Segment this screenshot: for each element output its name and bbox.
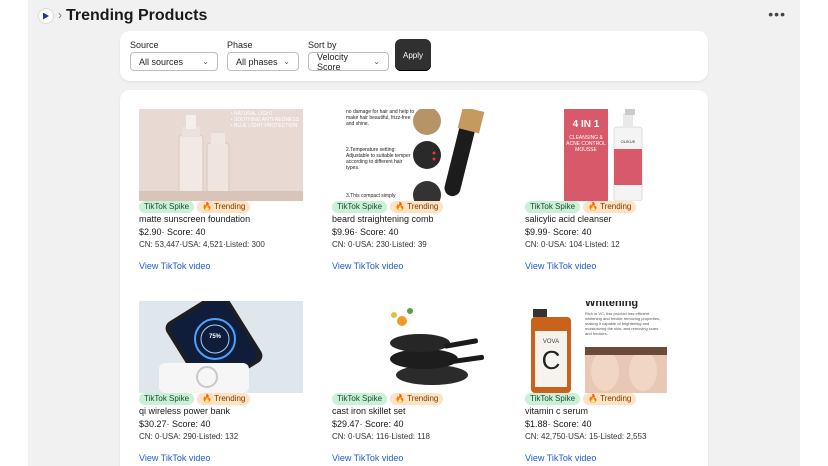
product-price-score: $30.27· Score: 40	[139, 419, 211, 429]
tiktok-spike-badge: TikTok Spike	[139, 393, 195, 405]
sort-select[interactable]: Velocity Score ⌄	[308, 51, 389, 72]
source-filter: Source All sources ⌄	[130, 40, 218, 71]
source-select-value: All sources	[139, 56, 184, 67]
tiktok-spike-badge: TikTok Spike	[525, 201, 581, 213]
sort-label: Sort by	[308, 40, 337, 50]
product-price-score: $2.90· Score: 40	[139, 227, 206, 237]
chevron-down-icon: ⌄	[202, 57, 209, 66]
tiktok-spike-badge: TikTok Spike	[332, 201, 388, 213]
page-title: Trending Products	[66, 7, 208, 24]
product-card: • NATURAL LIGHT • SOOTHING ANTI-REDNESS …	[139, 109, 309, 271]
phase-filter: Phase All phases ⌄	[227, 40, 299, 71]
products-panel: • NATURAL LIGHT • SOOTHING ANTI-REDNESS …	[120, 90, 708, 466]
top-bar: › Trending Products •••	[28, 0, 800, 32]
apply-button[interactable]: Apply	[395, 39, 431, 71]
product-price-score: $1.88· Score: 40	[525, 419, 592, 429]
thumb-text-block-1: no damage for hair and help to make hair…	[346, 109, 415, 127]
chevron-down-icon: ⌄	[373, 57, 380, 66]
product-image[interactable]	[332, 301, 496, 393]
view-tiktok-video-link[interactable]: View TikTok video	[525, 261, 695, 271]
product-price-score: $9.99· Score: 40	[525, 227, 592, 237]
trending-badge: 🔥 Trending	[197, 393, 251, 405]
product-name: cast iron skillet set	[332, 406, 406, 416]
product-stats: CN: 0·USA: 116·Listed: 118	[332, 432, 430, 441]
sort-filter: Sort by Velocity Score ⌄	[308, 40, 389, 72]
product-name: qi wireless power bank	[139, 406, 231, 416]
product-price-score: $29.47· Score: 40	[332, 419, 404, 429]
product-card: Whitening VOVA C Rich in VC, this produc…	[525, 301, 695, 463]
badge-row: TikTok Spike 🔥 Trending	[525, 201, 695, 213]
thumb-description: Rich in VC, this product has efficient w…	[585, 311, 661, 336]
badge-row: TikTok Spike 🔥 Trending	[139, 201, 309, 213]
product-name: vitamin c serum	[525, 406, 589, 416]
product-name: beard straightening comb	[332, 214, 434, 224]
thumb-heading: Whitening	[585, 301, 639, 309]
phase-select[interactable]: All phases ⌄	[227, 52, 299, 71]
product-stats: CN: 53,447·USA: 4,521·Listed: 300	[139, 240, 265, 249]
thumb-brand: OLIKUE	[620, 139, 636, 144]
product-image[interactable]: Whitening VOVA C Rich in VC, this produc…	[525, 301, 689, 393]
product-stats: CN: 0·USA: 290·Listed: 132	[139, 432, 239, 441]
app-frame: › Trending Products ••• Source All sourc…	[28, 0, 800, 466]
product-stats: CN: 42,750·USA: 15·Listed: 2,553	[525, 432, 647, 441]
thumb-overlay-text: • NATURAL LIGHT • SOOTHING ANTI-REDNESS …	[230, 111, 299, 129]
badge-row: TikTok Spike 🔥 Trending	[525, 393, 695, 405]
product-stats: CN: 0·USA: 104·Listed: 12	[525, 240, 620, 249]
product-image[interactable]: 75%	[139, 301, 303, 393]
thumb-subheading: CLEANSING & ACNE CONTROL MOUSSE	[566, 135, 606, 153]
more-options-icon[interactable]: •••	[768, 6, 786, 22]
filter-bar: Source All sources ⌄ Phase All phases ⌄ …	[120, 31, 708, 81]
breadcrumb-chevron-icon: ›	[58, 8, 62, 22]
source-select[interactable]: All sources ⌄	[130, 52, 218, 71]
product-name: matte sunscreen foundation	[139, 214, 251, 224]
thumb-heading: 4 IN 1	[572, 119, 600, 130]
trending-badge: 🔥 Trending	[390, 393, 444, 405]
product-card: 4 IN 1 CLEANSING & ACNE CONTROL MOUSSE O…	[525, 109, 695, 271]
tiktok-spike-badge: TikTok Spike	[525, 393, 581, 405]
trending-badge: 🔥 Trending	[390, 201, 444, 213]
product-name: salicylic acid cleanser	[525, 214, 612, 224]
thumb-text-block-2: 2.Temperature setting: Adjustable to sui…	[346, 147, 411, 171]
tiktok-spike-badge: TikTok Spike	[332, 393, 388, 405]
app-logo-icon[interactable]	[38, 8, 54, 24]
product-price-score: $9.96· Score: 40	[332, 227, 399, 237]
product-card: TikTok Spike 🔥 Trending cast iron skille…	[332, 301, 502, 463]
view-tiktok-video-link[interactable]: View TikTok video	[139, 261, 309, 271]
product-image[interactable]: no damage for hair and help to make hair…	[332, 109, 496, 201]
view-tiktok-video-link[interactable]: View TikTok video	[332, 453, 502, 463]
badge-row: TikTok Spike 🔥 Trending	[139, 393, 309, 405]
thumb-percentage: 75%	[209, 334, 222, 340]
phase-select-value: All phases	[236, 56, 278, 67]
badge-row: TikTok Spike 🔥 Trending	[332, 393, 502, 405]
product-image[interactable]: 4 IN 1 CLEANSING & ACNE CONTROL MOUSSE O…	[525, 109, 689, 201]
thumb-letter: C	[541, 345, 561, 375]
badge-row: TikTok Spike 🔥 Trending	[332, 201, 502, 213]
chevron-down-icon: ⌄	[283, 57, 290, 66]
sort-select-value: Velocity Score	[317, 51, 349, 72]
product-card: no damage for hair and help to make hair…	[332, 109, 502, 271]
tiktok-spike-badge: TikTok Spike	[139, 201, 195, 213]
trending-badge: 🔥 Trending	[583, 393, 637, 405]
product-card: 75% TikTok Spike 🔥 Trending qi wireless …	[139, 301, 309, 463]
product-image[interactable]: • NATURAL LIGHT • SOOTHING ANTI-REDNESS …	[139, 109, 303, 201]
source-label: Source	[130, 40, 159, 50]
view-tiktok-video-link[interactable]: View TikTok video	[332, 261, 502, 271]
view-tiktok-video-link[interactable]: View TikTok video	[139, 453, 309, 463]
phase-label: Phase	[227, 40, 253, 50]
product-stats: CN: 0·USA: 230·Listed: 39	[332, 240, 427, 249]
trending-badge: 🔥 Trending	[583, 201, 637, 213]
thumb-text-block-3: 3.This compact simply	[346, 193, 396, 199]
view-tiktok-video-link[interactable]: View TikTok video	[525, 453, 695, 463]
trending-badge: 🔥 Trending	[197, 201, 251, 213]
